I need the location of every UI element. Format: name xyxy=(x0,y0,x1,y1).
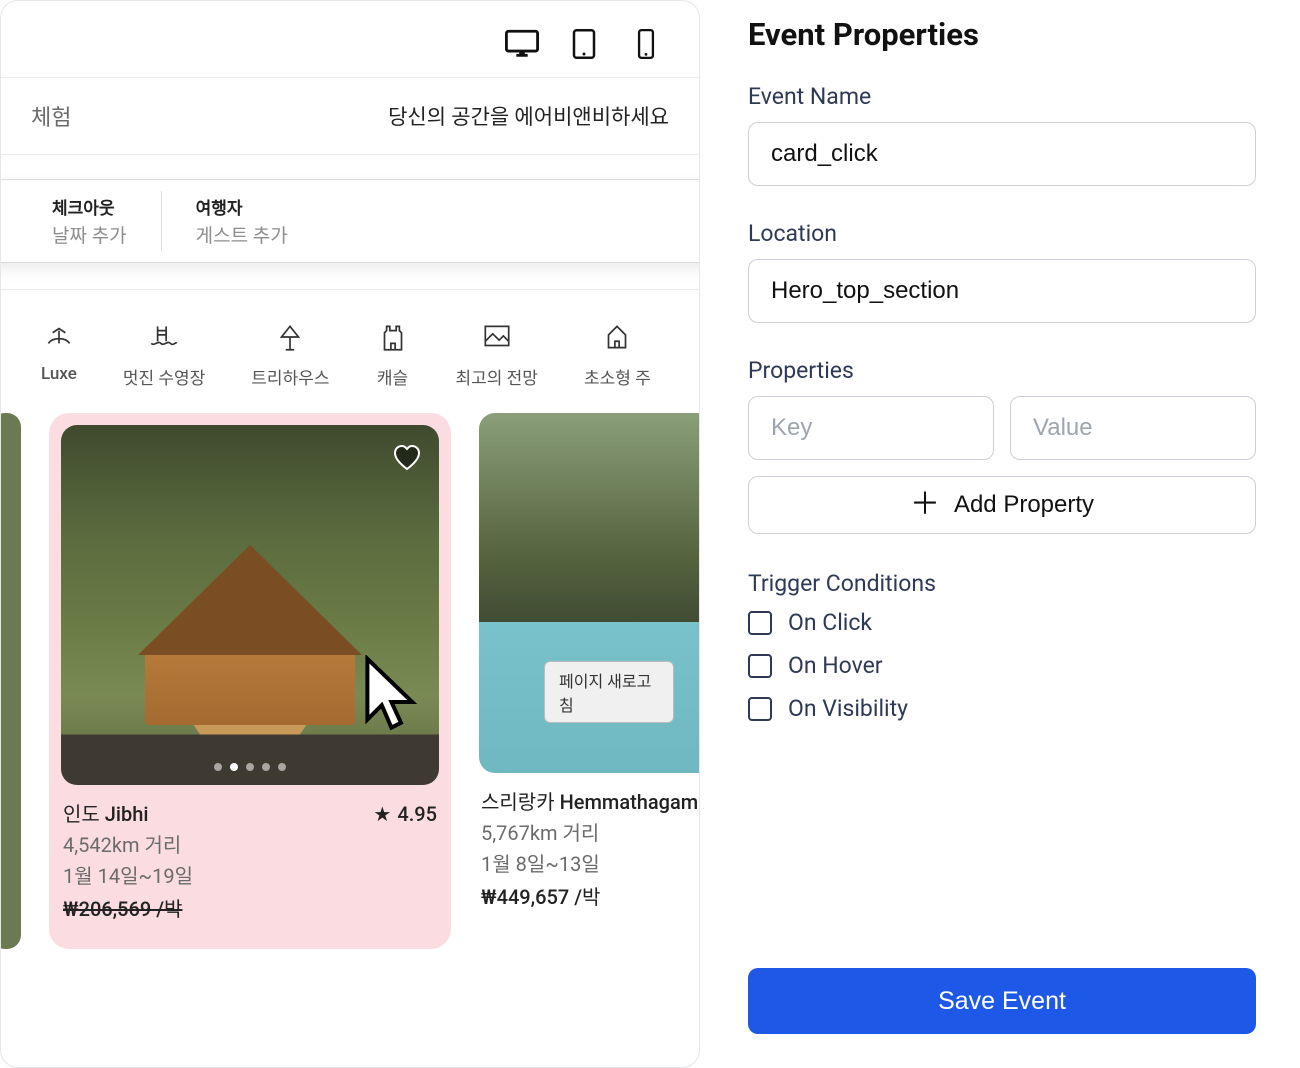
listing-card-prev-sliver[interactable] xyxy=(0,413,21,949)
trigger-on-visibility[interactable]: On Visibility xyxy=(748,695,1256,722)
trigger-label: On Visibility xyxy=(788,695,908,722)
category-row[interactable]: Luxe 멋진 수영장 트리하우스 캐슬 최고의 전망 초소형 주 xyxy=(1,290,699,403)
category-label: 트리하우스 xyxy=(251,364,329,389)
listing-card[interactable]: 페이지 새로고침 스리랑카 Hemmathagama, 5,767km 거리 1… xyxy=(479,413,699,949)
trigger-on-click[interactable]: On Click xyxy=(748,609,1256,636)
heart-icon[interactable] xyxy=(391,441,423,473)
location-label: Location xyxy=(748,220,1256,247)
property-value-input[interactable] xyxy=(1010,396,1256,460)
listing-image[interactable]: 페이지 새로고침 xyxy=(479,413,699,773)
listing-price: ₩449,657 /박 xyxy=(481,882,699,913)
category-treehouse[interactable]: 트리하우스 xyxy=(251,320,329,389)
listing-dates: 1월 8일~13일 xyxy=(481,849,699,880)
category-label: 캐슬 xyxy=(377,364,408,389)
event-name-input[interactable] xyxy=(748,122,1256,186)
trigger-conditions-label: Trigger Conditions xyxy=(748,570,1256,597)
category-view[interactable]: 최고의 전망 xyxy=(456,320,538,389)
panel-title: Event Properties xyxy=(748,16,1256,53)
trigger-label: On Hover xyxy=(788,652,883,679)
desktop-icon[interactable] xyxy=(505,29,539,59)
star-icon: ★ xyxy=(373,799,391,830)
search-checkout-label: 체크아웃 xyxy=(52,194,127,219)
category-label: Luxe xyxy=(41,364,77,384)
device-switcher xyxy=(1,1,699,78)
listing-distance: 5,767km 거리 xyxy=(481,818,699,849)
category-pool[interactable]: 멋진 수영장 xyxy=(123,320,205,389)
cursor-pointer-icon xyxy=(361,655,425,737)
listing-distance: 4,542km 거리 xyxy=(63,830,437,861)
add-property-label: Add Property xyxy=(954,491,1094,519)
category-label: 최고의 전망 xyxy=(456,364,538,389)
properties-label: Properties xyxy=(748,357,1256,384)
listing-dates: 1월 14일~19일 xyxy=(63,861,437,892)
listing-title: 스리랑카 Hemmathagama, xyxy=(481,787,699,818)
checkbox[interactable] xyxy=(748,697,772,721)
category-label: 초소형 주 xyxy=(584,364,651,389)
listing-price: ₩206,569 /박 xyxy=(63,894,437,925)
checkbox[interactable] xyxy=(748,611,772,635)
host-link[interactable]: 당신의 공간을 에어비앤비하세요 xyxy=(388,101,669,131)
tiny-icon xyxy=(600,320,634,354)
chalet-graphic xyxy=(145,545,355,725)
property-key-input[interactable] xyxy=(748,396,994,460)
listing-image[interactable] xyxy=(61,425,439,785)
search-bar-container: 체크아웃 날짜 추가 여행자 게스트 추가 xyxy=(1,155,699,290)
trigger-label: On Click xyxy=(788,609,872,636)
castle-icon xyxy=(376,320,410,354)
save-event-button[interactable]: Save Event xyxy=(748,968,1256,1034)
search-checkout[interactable]: 체크아웃 날짜 추가 xyxy=(0,191,161,251)
plus-icon: ＋ xyxy=(910,490,940,520)
listing-meta: 스리랑카 Hemmathagama, 5,767km 거리 1월 8일~13일 … xyxy=(479,773,699,913)
add-property-button[interactable]: ＋ Add Property xyxy=(748,476,1256,534)
trigger-on-hover[interactable]: On Hover xyxy=(748,652,1256,679)
image-pagination-dots[interactable] xyxy=(214,763,286,771)
pool-icon xyxy=(147,320,181,354)
luxe-icon xyxy=(42,320,76,354)
checkbox[interactable] xyxy=(748,654,772,678)
search-guests-value: 게스트 추가 xyxy=(196,221,676,248)
tablet-icon[interactable] xyxy=(567,29,601,59)
rating-value: 4.95 xyxy=(397,799,437,830)
search-guests-label: 여행자 xyxy=(196,194,676,219)
listing-rating: ★ 4.95 xyxy=(373,799,437,830)
listing-card-selected[interactable]: 인도 Jibhi ★ 4.95 4,542km 거리 1월 14일~19일 ₩2… xyxy=(49,413,451,949)
category-luxe[interactable]: Luxe xyxy=(41,320,77,389)
nav-tab-experiences[interactable]: 체험 xyxy=(31,100,71,132)
property-kv-row xyxy=(748,396,1256,460)
listing-title: 인도 Jibhi xyxy=(63,799,148,830)
search-bar[interactable]: 체크아웃 날짜 추가 여행자 게스트 추가 xyxy=(0,179,700,263)
event-name-label: Event Name xyxy=(748,83,1256,110)
page-reload-tooltip: 페이지 새로고침 xyxy=(544,661,674,723)
location-input[interactable] xyxy=(748,259,1256,323)
preview-top-nav: 체험 당신의 공간을 에어비앤비하세요 xyxy=(1,78,699,155)
listing-cards-row: 인도 Jibhi ★ 4.95 4,542km 거리 1월 14일~19일 ₩2… xyxy=(0,403,699,949)
site-preview-panel: 체험 당신의 공간을 에어비앤비하세요 체크아웃 날짜 추가 여행자 게스트 추… xyxy=(0,0,700,1068)
search-guests[interactable]: 여행자 게스트 추가 xyxy=(161,191,700,251)
treehouse-icon xyxy=(273,320,307,354)
mobile-icon[interactable] xyxy=(629,29,663,59)
event-properties-panel: Event Properties Event Name Location Pro… xyxy=(700,0,1300,1068)
category-label: 멋진 수영장 xyxy=(123,364,205,389)
view-icon xyxy=(480,320,514,354)
listing-meta: 인도 Jibhi ★ 4.95 4,542km 거리 1월 14일~19일 ₩2… xyxy=(61,785,439,925)
category-castle[interactable]: 캐슬 xyxy=(376,320,410,389)
category-tiny[interactable]: 초소형 주 xyxy=(584,320,651,389)
search-checkout-value: 날짜 추가 xyxy=(52,221,127,248)
